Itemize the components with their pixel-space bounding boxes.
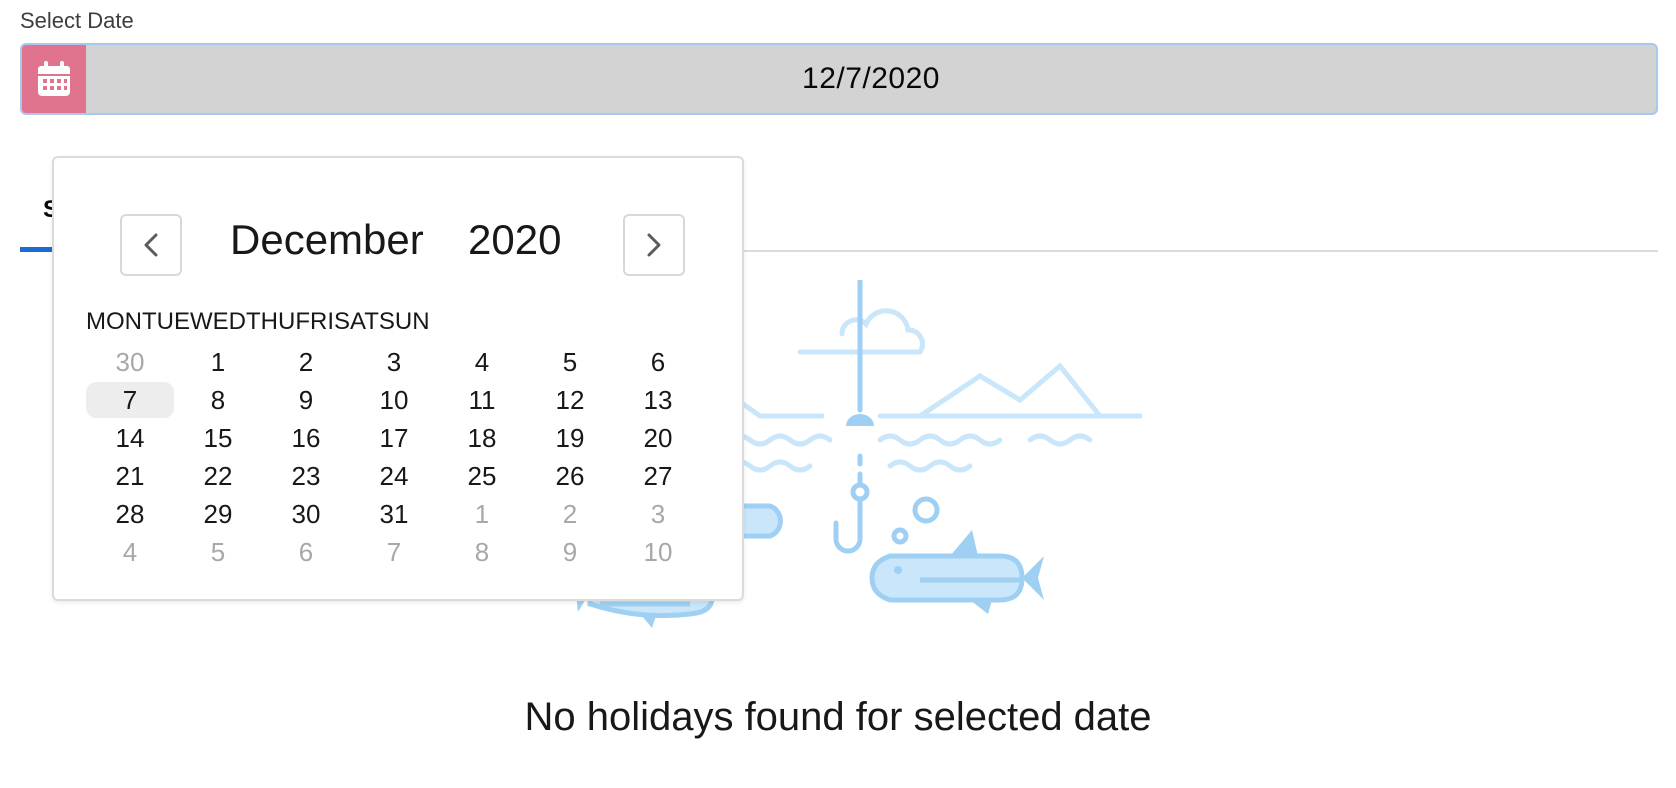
month-label[interactable]: December [230, 216, 424, 264]
calendar-day[interactable]: 15 [174, 420, 262, 456]
calendar-day[interactable]: 22 [174, 458, 262, 494]
year-label[interactable]: 2020 [468, 216, 561, 264]
calendar-day[interactable]: 31 [350, 496, 438, 532]
calendar-week-row: 30 1 2 3 4 5 6 [86, 344, 716, 382]
empty-state-message: No holidays found for selected date [524, 695, 1152, 739]
calendar-button[interactable] [22, 45, 86, 113]
chevron-left-icon [144, 233, 158, 257]
calendar-week-row: 21 22 23 24 25 26 27 [86, 458, 716, 496]
weekday-label: FRI [295, 308, 334, 335]
date-value[interactable]: 12/7/2020 [86, 45, 1656, 113]
calendar-day[interactable]: 14 [86, 420, 174, 456]
calendar-grid: 30 1 2 3 4 5 6 7 8 9 10 11 12 13 14 15 16 17 18 19 20 21 22 23 2… [86, 344, 716, 572]
calendar-day[interactable]: 16 [262, 420, 350, 456]
calendar-day[interactable]: 10 [350, 382, 438, 418]
chevron-right-icon [647, 233, 661, 257]
calendar-day[interactable]: 18 [438, 420, 526, 456]
calendar-day[interactable]: 12 [526, 382, 614, 418]
calendar-day[interactable]: 28 [86, 496, 174, 532]
calendar-day[interactable]: 6 [262, 534, 350, 570]
calendar-day[interactable]: 9 [526, 534, 614, 570]
calendar-day[interactable]: 8 [438, 534, 526, 570]
calendar-day[interactable]: 4 [86, 534, 174, 570]
calendar-week-row: 28 29 30 31 1 2 3 [86, 496, 716, 534]
calendar-day[interactable]: 6 [614, 344, 702, 380]
calendar-day[interactable]: 25 [438, 458, 526, 494]
calendar-day[interactable]: 20 [614, 420, 702, 456]
weekday-label: SUN [378, 308, 430, 335]
calendar-day[interactable]: 2 [526, 496, 614, 532]
calendar-week-row: 14 15 16 17 18 19 20 [86, 420, 716, 458]
calendar-day[interactable]: 30 [86, 344, 174, 380]
calendar-day[interactable]: 21 [86, 458, 174, 494]
calendar-day[interactable]: 10 [614, 534, 702, 570]
calendar-icon [38, 61, 70, 96]
next-month-button[interactable] [623, 214, 685, 276]
calendar-day[interactable]: 3 [614, 496, 702, 532]
calendar-day[interactable]: 3 [350, 344, 438, 380]
calendar-day[interactable]: 5 [526, 344, 614, 380]
calendar-day[interactable]: 7 [350, 534, 438, 570]
calendar-day[interactable]: 5 [174, 534, 262, 570]
weekday-label: SAT [334, 308, 379, 335]
calendar-day[interactable]: 1 [438, 496, 526, 532]
calendar-day[interactable]: 29 [174, 496, 262, 532]
calendar-day[interactable]: 27 [614, 458, 702, 494]
weekday-label: THU [246, 308, 296, 335]
calendar-day[interactable]: 4 [438, 344, 526, 380]
weekday-label: MON [86, 308, 142, 335]
calendar-day[interactable]: 11 [438, 382, 526, 418]
weekday-label: TUE [142, 308, 190, 335]
date-input[interactable]: 12/7/2020 [20, 43, 1658, 115]
calendar-day[interactable]: 8 [174, 382, 262, 418]
weekday-label: WED [190, 308, 246, 335]
calendar-day[interactable]: 19 [526, 420, 614, 456]
calendar-day[interactable]: 2 [262, 344, 350, 380]
calendar-day[interactable]: 9 [262, 382, 350, 418]
calendar-day[interactable]: 30 [262, 496, 350, 532]
previous-month-button[interactable] [120, 214, 182, 276]
date-picker-popup: December 2020 MON TUE WED THU FRI SAT SU… [52, 156, 744, 601]
select-date-label: Select Date [20, 8, 134, 33]
calendar-day[interactable]: 13 [614, 382, 702, 418]
calendar-day-selected[interactable]: 7 [86, 382, 174, 418]
calendar-day[interactable]: 23 [262, 458, 350, 494]
calendar-day[interactable]: 26 [526, 458, 614, 494]
calendar-day[interactable]: 1 [174, 344, 262, 380]
holiday-lookup-page: Select Date 12/7/2020 S No holidays foun… [0, 0, 1676, 788]
calendar-day[interactable]: 24 [350, 458, 438, 494]
weekday-header: MON TUE WED THU FRI SAT SUN [86, 308, 430, 336]
calendar-week-row: 4 5 6 7 8 9 10 [86, 534, 716, 572]
calendar-week-row: 7 8 9 10 11 12 13 [86, 382, 716, 420]
calendar-day[interactable]: 17 [350, 420, 438, 456]
